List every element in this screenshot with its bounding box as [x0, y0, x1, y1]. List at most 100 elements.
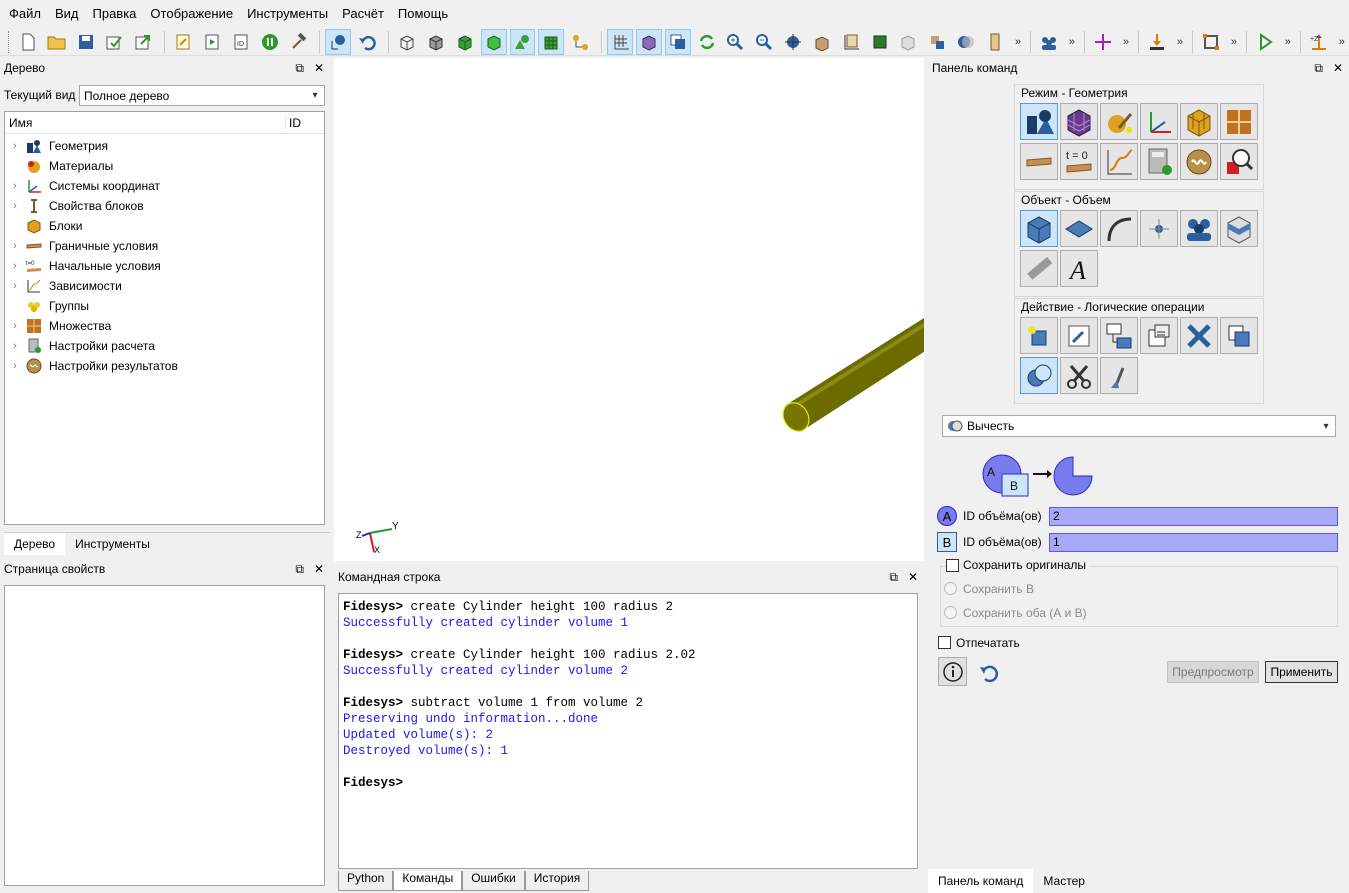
- new-file-icon[interactable]: [15, 29, 41, 55]
- tab-command-panel[interactable]: Панель команд: [928, 868, 1034, 893]
- measure-object-icon[interactable]: [1020, 250, 1058, 287]
- menu-help[interactable]: Помощь: [391, 0, 455, 28]
- surface-object-icon[interactable]: [1060, 210, 1098, 247]
- coordinates-mode-icon[interactable]: [1140, 103, 1178, 140]
- tree-item[interactable]: › Геометрия: [5, 136, 324, 156]
- sets-mode-icon[interactable]: [1220, 103, 1258, 140]
- expand-arrow-icon[interactable]: ›: [5, 340, 25, 352]
- toolbar-grip[interactable]: [8, 30, 11, 53]
- close-icon[interactable]: ✕: [314, 562, 324, 577]
- expand-arrow-icon[interactable]: ›: [5, 240, 25, 252]
- axis-orientation-icon[interactable]: +Z: [1306, 29, 1332, 55]
- tab-errors[interactable]: Ошибки: [462, 871, 525, 891]
- groups-toolbar-icon[interactable]: [1036, 29, 1062, 55]
- menu-file[interactable]: Файл: [2, 0, 48, 28]
- model-tree[interactable]: Имя ID › Геометрия Материалы › Системы коорд…: [4, 111, 325, 525]
- menu-edit[interactable]: Правка: [86, 0, 144, 28]
- shaded-solid-icon[interactable]: [480, 28, 507, 55]
- id-script-icon[interactable]: ID: [228, 29, 254, 55]
- green-box-icon[interactable]: [867, 29, 893, 55]
- shaded-icon[interactable]: [452, 29, 478, 55]
- reset-button[interactable]: [976, 660, 1002, 686]
- keep-both-radio[interactable]: [944, 606, 957, 619]
- tab-commands[interactable]: Команды: [393, 871, 463, 891]
- window-overlap-icon[interactable]: [664, 28, 691, 55]
- tab-wizard[interactable]: Мастер: [1033, 869, 1095, 893]
- select-mode-icon[interactable]: [325, 28, 352, 55]
- float-panel-icon[interactable]: ⧉: [295, 61, 304, 76]
- pause-icon[interactable]: [257, 29, 283, 55]
- ghost-cube-icon[interactable]: [896, 29, 922, 55]
- console-output[interactable]: Fidesys> create Cylinder height 100 radi…: [338, 593, 918, 869]
- save-icon[interactable]: [73, 29, 99, 55]
- expand-arrow-icon[interactable]: ›: [5, 180, 25, 192]
- mesh-frame-icon[interactable]: [1198, 29, 1224, 55]
- rotate-globe-icon[interactable]: [780, 29, 806, 55]
- box-view-icon[interactable]: [809, 29, 835, 55]
- keep-b-radio[interactable]: [944, 582, 957, 595]
- toolbar-overflow-icon[interactable]: »: [1123, 36, 1129, 48]
- tree-item[interactable]: › Системы координат: [5, 176, 324, 196]
- imprint-checkbox[interactable]: [938, 636, 951, 649]
- close-icon[interactable]: ✕: [314, 61, 324, 76]
- menu-calculation[interactable]: Расчёт: [335, 0, 391, 28]
- tree-item[interactable]: Блоки: [5, 216, 324, 236]
- menu-tools[interactable]: Инструменты: [240, 0, 335, 28]
- edit-script-icon[interactable]: [170, 29, 196, 55]
- preview-button[interactable]: Предпросмотр: [1167, 661, 1259, 683]
- initial-mode-icon[interactable]: t = 0: [1060, 143, 1098, 180]
- info-button[interactable]: [938, 657, 967, 686]
- transform-action-icon[interactable]: [1100, 317, 1138, 354]
- tab-python[interactable]: Python: [338, 871, 394, 891]
- wireframe-icon[interactable]: [394, 29, 420, 55]
- toolbar-overflow-icon[interactable]: »: [1177, 36, 1183, 48]
- expand-arrow-icon[interactable]: ›: [5, 320, 25, 332]
- text-object-icon[interactable]: A: [1060, 250, 1098, 287]
- zoom-out-icon[interactable]: [751, 29, 777, 55]
- ruler-view-icon[interactable]: [838, 29, 864, 55]
- operation-select[interactable]: Вычесть ▾: [942, 415, 1336, 437]
- volume-b-input[interactable]: 1: [1049, 533, 1338, 552]
- copy-action-icon[interactable]: [1140, 317, 1178, 354]
- tree-item[interactable]: › Настройки расчета: [5, 336, 324, 356]
- boundary-mode-icon[interactable]: [1020, 143, 1058, 180]
- menu-display[interactable]: Отображение: [143, 0, 240, 28]
- close-icon[interactable]: ✕: [1333, 61, 1343, 76]
- close-icon[interactable]: ✕: [908, 570, 918, 585]
- expand-arrow-icon[interactable]: ›: [5, 200, 25, 212]
- hidden-line-icon[interactable]: [423, 29, 449, 55]
- float-panel-icon[interactable]: ⧉: [1314, 61, 1323, 76]
- zoom-in-icon[interactable]: [723, 29, 749, 55]
- current-view-select[interactable]: Полное дерево ▾: [79, 85, 325, 106]
- export-icon[interactable]: [130, 29, 156, 55]
- film-strip-icon[interactable]: [982, 29, 1008, 55]
- toolbar-overflow-icon[interactable]: »: [1069, 36, 1075, 48]
- float-panel-icon[interactable]: ⧉: [295, 562, 304, 577]
- cut-action-icon[interactable]: [1060, 357, 1098, 394]
- column-id-header[interactable]: ID: [285, 115, 301, 130]
- volume-object-icon[interactable]: [1020, 210, 1058, 247]
- functions-mode-icon[interactable]: [1100, 143, 1138, 180]
- delete-action-icon[interactable]: [1180, 317, 1218, 354]
- blocks-mode-icon[interactable]: [1180, 103, 1218, 140]
- tree-item[interactable]: Материалы: [5, 156, 324, 176]
- expand-arrow-icon[interactable]: ›: [5, 280, 25, 292]
- expand-arrow-icon[interactable]: ›: [5, 360, 25, 372]
- transform-icon[interactable]: [924, 29, 950, 55]
- model-tree-icon[interactable]: [567, 29, 593, 55]
- boolean-action-icon[interactable]: [1020, 357, 1058, 394]
- results-mode-icon[interactable]: [1180, 143, 1218, 180]
- import-icon[interactable]: [102, 29, 128, 55]
- modify-action-icon[interactable]: [1060, 317, 1098, 354]
- curve-object-icon[interactable]: [1100, 210, 1138, 247]
- vertex-object-icon[interactable]: [1140, 210, 1178, 247]
- tree-item[interactable]: › Множества: [5, 316, 324, 336]
- toolbar-overflow-icon[interactable]: »: [1015, 36, 1021, 48]
- menu-view[interactable]: Вид: [48, 0, 86, 28]
- mesh-mode-icon[interactable]: [1060, 103, 1098, 140]
- tab-history[interactable]: История: [524, 871, 590, 891]
- geometry-mode-icon[interactable]: [1020, 103, 1058, 140]
- hammer-icon[interactable]: [286, 29, 312, 55]
- tree-item[interactable]: › Граничные условия: [5, 236, 324, 256]
- axes-grid-icon[interactable]: [607, 28, 633, 55]
